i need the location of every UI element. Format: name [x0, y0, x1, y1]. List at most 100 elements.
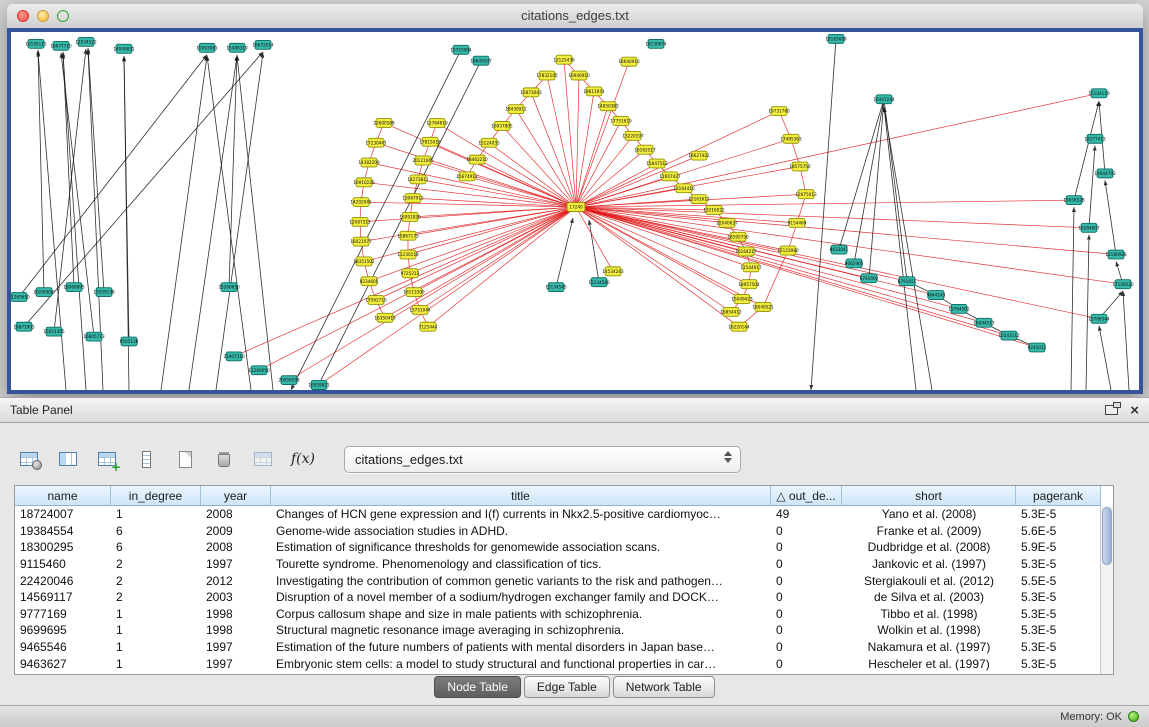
graph-node[interactable]: 16164217 — [735, 247, 757, 256]
graph-node[interactable]: 15124033 — [478, 138, 500, 147]
graph-node[interactable]: 15873043 — [520, 88, 542, 97]
graph-node[interactable]: 18957504 — [738, 280, 760, 289]
function-builder-icon[interactable]: f(x) — [287, 444, 319, 474]
row-selector-icon[interactable] — [131, 444, 161, 474]
graph-node[interactable]: 14382209 — [358, 158, 380, 167]
graph-node[interactable]: 15134540 — [588, 278, 610, 287]
table-row[interactable]: 1830029562008Estimation of significance … — [15, 539, 1101, 556]
graph-node[interactable]: 17108520 — [1112, 280, 1134, 289]
graph-node[interactable]: 14273811 — [407, 175, 429, 184]
graph-node[interactable]: 17815018 — [419, 137, 441, 146]
graph-node[interactable]: 16640910 — [618, 57, 640, 66]
graph-node[interactable]: 18430912 — [505, 105, 527, 114]
graph-hub-node[interactable]: 17240 — [567, 203, 585, 212]
graph-node[interactable]: 10543112 — [998, 331, 1020, 340]
graph-node[interactable]: 14049831 — [113, 44, 135, 53]
graph-node[interactable]: 15764502 — [948, 304, 970, 313]
graph-node[interactable]: 16447244 — [873, 95, 895, 104]
graph-node[interactable]: 15867173 — [397, 231, 419, 240]
graph-node[interactable]: 13216022 — [703, 206, 725, 215]
graph-node[interactable]: 16805713 — [83, 332, 105, 341]
tab-node-table[interactable]: Node Table — [434, 676, 521, 698]
graph-node[interactable]: 15958528 — [1063, 196, 1085, 205]
close-panel-icon[interactable]: × — [1130, 403, 1139, 418]
graph-node[interactable]: 16113309 — [403, 288, 425, 297]
graph-node[interactable]: 9245012 — [1028, 343, 1047, 352]
graph-node[interactable]: 12125439 — [553, 55, 575, 64]
graph-node[interactable]: 16649507 — [470, 56, 492, 65]
window-titlebar[interactable]: citations_edges.txt — [7, 4, 1143, 29]
import-table-icon[interactable] — [248, 444, 278, 474]
graph-node[interactable]: 18575750 — [789, 162, 811, 171]
graph-node[interactable]: 18462210 — [466, 155, 488, 164]
graph-node[interactable]: 18351502 — [353, 257, 375, 266]
graph-node[interactable]: 15847512 — [646, 159, 668, 168]
graph-node[interactable]: 15674911 — [456, 172, 478, 181]
table-row[interactable]: 1456911722003Disruption of a novel membe… — [15, 589, 1101, 606]
graph-node[interactable]: 15723094 — [450, 45, 472, 54]
network-view[interactable]: 12125439 16946910 19611974 14850383 17751619… — [7, 28, 1143, 394]
graph-node[interactable]: 7125444 — [419, 322, 438, 331]
graph-node[interactable]: 16946910 — [568, 71, 590, 80]
graph-node[interactable]: 19871903 — [13, 322, 35, 331]
close-window-button[interactable] — [17, 10, 29, 22]
graph-node[interactable]: 6791651 — [898, 277, 917, 286]
graph-node[interactable]: 10195115 — [25, 39, 47, 48]
graph-node[interactable]: 16284607 — [1078, 223, 1100, 232]
graph-node[interactable]: 16627422 — [688, 151, 710, 160]
graph-node[interactable]: 20121045 — [412, 156, 434, 165]
graph-node[interactable]: 9844143 — [927, 291, 946, 300]
graph-svg[interactable]: 12125439 16946910 19611974 14850383 17751619… — [11, 32, 1139, 390]
graph-node[interactable]: 9234605 — [360, 277, 379, 286]
table-row[interactable]: 2242004622012Investigating the contribut… — [15, 572, 1101, 589]
graph-node[interactable]: 6791902 — [860, 274, 879, 283]
column-header-out_degree[interactable]: △ out_de... — [771, 486, 842, 506]
graph-node[interactable]: 16672014 — [252, 40, 274, 49]
graph-node[interactable]: 11544917 — [740, 263, 762, 272]
zoom-window-button[interactable] — [57, 10, 69, 22]
column-header-name[interactable]: name — [15, 486, 111, 506]
graph-node[interactable]: 16854412 — [720, 307, 742, 316]
column-header-pagerank[interactable]: pagerank — [1016, 486, 1101, 506]
graph-node[interactable]: 21907310 — [223, 352, 245, 361]
graph-node[interactable]: 13164410 — [673, 184, 695, 193]
table-row[interactable]: 946554611997Estimation of the future num… — [15, 639, 1101, 656]
graph-node[interactable]: 17751619 — [610, 117, 632, 126]
column-header-year[interactable]: year — [201, 486, 271, 506]
delete-table-icon[interactable] — [209, 444, 239, 474]
column-visibility-icon[interactable] — [53, 444, 83, 474]
graph-node[interactable]: 8633041 — [830, 245, 849, 254]
table-row[interactable]: 911546021997Tourette syndrome. Phenomeno… — [15, 556, 1101, 573]
graph-node[interactable]: 11607427 — [659, 172, 681, 181]
graph-node[interactable]: 21260650 — [11, 293, 30, 302]
graph-node[interactable]: 10993081 — [196, 43, 218, 52]
table-mode-icon[interactable] — [14, 444, 44, 474]
graph-node[interactable]: 9505138 — [120, 337, 139, 346]
graph-node[interactable]: 16959821 — [308, 381, 330, 390]
table-row[interactable]: 1872400712008Changes of HCN gene express… — [15, 506, 1101, 523]
graph-node[interactable]: 14850383 — [597, 102, 619, 111]
graph-node[interactable]: 20959598 — [278, 376, 300, 385]
graph-node[interactable]: 18069895 — [63, 283, 85, 292]
graph-node[interactable]: 12161612 — [688, 195, 710, 204]
graph-node[interactable]: 16350419 — [374, 313, 396, 322]
add-column-icon[interactable] — [92, 444, 122, 474]
graph-node[interactable]: 25260650 — [218, 283, 240, 292]
graph-node[interactable]: 17562710 — [365, 296, 387, 305]
graph-node[interactable]: 9662905 — [845, 259, 864, 268]
graph-node[interactable]: 19611974 — [583, 87, 605, 96]
graph-node[interactable]: 18183609 — [825, 34, 847, 43]
graph-node[interactable]: 16044517 — [973, 318, 995, 327]
graph-node[interactable]: 14202045 — [350, 198, 372, 207]
minimize-window-button[interactable] — [37, 10, 49, 22]
graph-node[interactable]: 13067912 — [402, 194, 424, 203]
graph-node[interactable]: 18595750 — [727, 232, 749, 241]
graph-node[interactable]: 22040637 — [716, 218, 738, 227]
table-scrollbar-thumb[interactable] — [1102, 507, 1112, 565]
graph-node[interactable]: 12764619 — [426, 119, 448, 128]
graph-node[interactable]: 20260650 — [33, 288, 55, 297]
graph-node[interactable]: 17832105 — [536, 71, 558, 80]
graph-node[interactable]: 18130674 — [645, 39, 667, 48]
graph-node[interactable]: 16910228 — [353, 178, 375, 187]
column-header-title[interactable]: title — [271, 486, 771, 506]
